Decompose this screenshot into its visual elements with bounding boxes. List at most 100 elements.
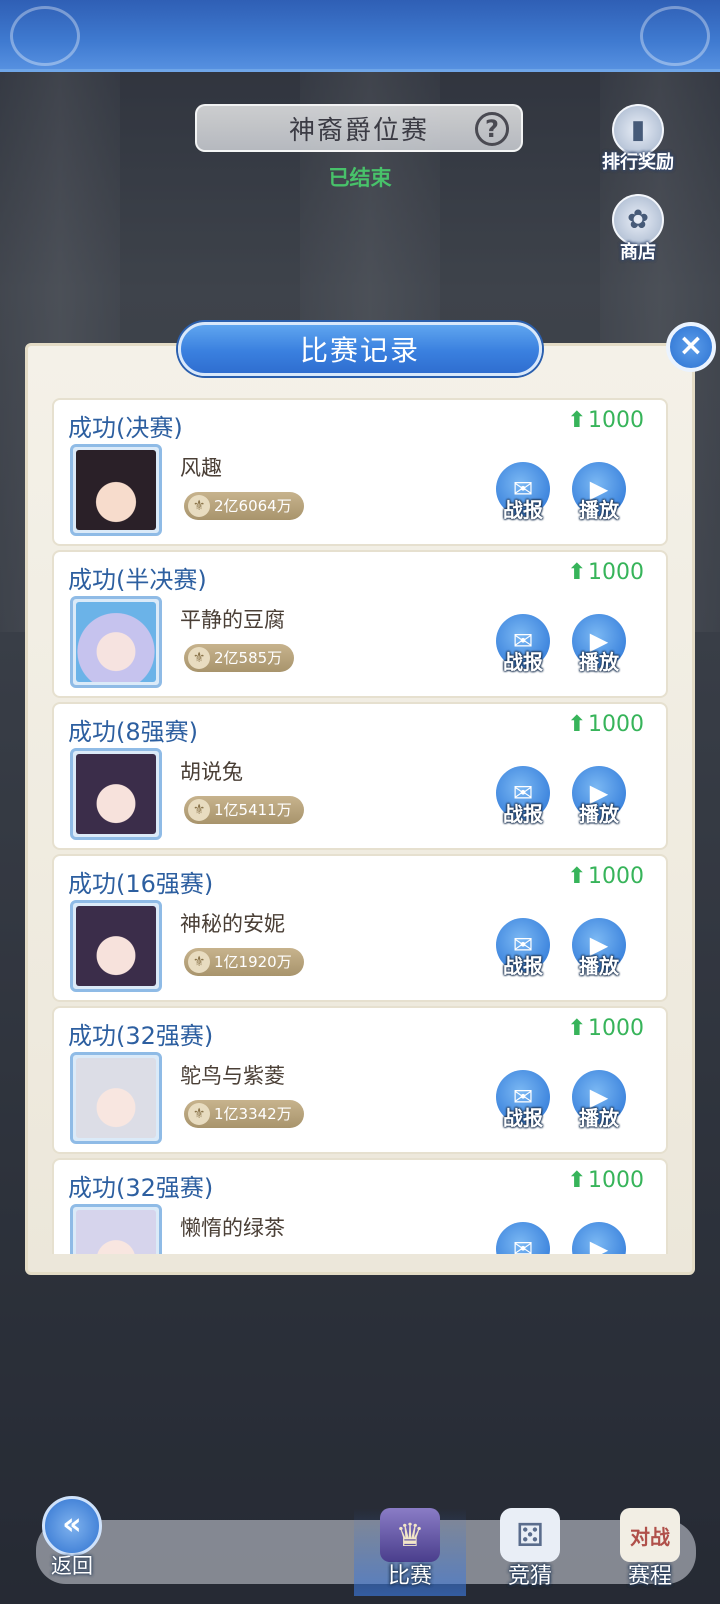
record-result-title: 成功(32强赛)	[68, 1174, 214, 1202]
opponent-avatar[interactable]	[70, 1204, 162, 1254]
replay-button[interactable]: ▶ 播放	[568, 462, 630, 523]
power-badge: ⚜ 2亿6064万	[184, 492, 304, 520]
replay-button[interactable]: ▶ 播放	[568, 614, 630, 675]
replay-button[interactable]: ▶ 播放	[568, 1070, 630, 1131]
battle-report-label: 战报	[503, 802, 543, 826]
tab-match-label: 比赛	[387, 1564, 432, 1589]
record-score: ⬆1000	[568, 864, 644, 889]
opponent-name: 神秘的安妮	[180, 912, 285, 936]
record-list[interactable]: 成功(决赛) ⬆1000 风趣 ⚜ 2亿6064万 ✉ 战报 ▶ 播放 成功(半决赛)…	[52, 398, 668, 1254]
replay-label: 播放	[579, 954, 619, 978]
avatar-image	[76, 906, 156, 986]
help-icon[interactable]: ?	[475, 112, 509, 146]
record-result-title: 成功(16强赛)	[68, 870, 214, 898]
tab-schedule-label: 赛程	[627, 1564, 672, 1589]
power-value: 2亿6064万	[214, 497, 292, 515]
record-result-title: 成功(32强赛)	[68, 1022, 214, 1050]
up-arrow-icon: ⬆	[567, 1168, 586, 1193]
battle-report-button[interactable]: ✉ 战报	[492, 766, 554, 827]
rank-reward-button[interactable]: ▮ 排行奖励	[588, 104, 688, 174]
record-score-value: 1000	[588, 864, 644, 889]
top-left-ornament	[10, 6, 80, 66]
battle-report-label: 战报	[503, 954, 543, 978]
record-score-value: 1000	[588, 1016, 644, 1041]
close-button[interactable]: ×	[666, 322, 716, 372]
power-badge: ⚜ 1亿5411万	[184, 796, 304, 824]
event-status: 已结束	[328, 166, 392, 190]
event-title-banner: 神裔爵位赛 ?	[195, 104, 523, 152]
scroll-icon: ✉	[496, 1222, 550, 1254]
power-value: 2亿585万	[214, 649, 283, 667]
up-arrow-icon: ⬆	[567, 712, 586, 737]
up-arrow-icon: ⬆	[567, 1016, 586, 1041]
battle-report-button[interactable]: ✉ 战报	[492, 462, 554, 523]
power-value: 1亿5411万	[214, 801, 292, 819]
opponent-avatar[interactable]	[70, 596, 162, 688]
opponent-avatar[interactable]	[70, 900, 162, 992]
power-emblem-icon: ⚜	[188, 951, 210, 973]
avatar-image	[76, 602, 156, 682]
shop-button[interactable]: ✿ 商店	[588, 194, 688, 264]
replay-label: 播放	[579, 802, 619, 826]
opponent-avatar[interactable]	[70, 748, 162, 840]
record-score-value: 1000	[588, 408, 644, 433]
power-emblem-icon: ⚜	[188, 647, 210, 669]
avatar-image	[76, 754, 156, 834]
power-value: 1亿1920万	[214, 953, 292, 971]
close-icon: ×	[678, 328, 704, 363]
tab-schedule[interactable]: 对战 赛程	[594, 1508, 706, 1596]
up-arrow-icon: ⬆	[567, 408, 586, 433]
top-bar	[0, 0, 720, 72]
record-score: ⬆1000	[568, 1168, 644, 1193]
opponent-avatar[interactable]	[70, 1052, 162, 1144]
record-row: 成功(8强赛) ⬆1000 胡说兔 ⚜ 1亿5411万 ✉ 战报 ▶ 播放	[52, 702, 668, 850]
record-row: 成功(16强赛) ⬆1000 神秘的安妮 ⚜ 1亿1920万 ✉ 战报 ▶ 播放	[52, 854, 668, 1002]
power-badge: ⚜ 2亿585万	[184, 644, 295, 672]
calendar-icon: 对战	[620, 1508, 680, 1562]
avatar-image	[76, 450, 156, 530]
back-arrow-icon: «	[42, 1496, 102, 1556]
record-row: 成功(32强赛) ⬆1000 懒惰的绿茶 ✉ ▶	[52, 1158, 668, 1254]
opponent-name: 懒惰的绿茶	[180, 1216, 285, 1240]
tab-guess[interactable]: ⚄ 竞猜	[474, 1508, 586, 1596]
record-row: 成功(决赛) ⬆1000 风趣 ⚜ 2亿6064万 ✉ 战报 ▶ 播放	[52, 398, 668, 546]
record-score-value: 1000	[588, 560, 644, 585]
battle-report-button[interactable]: ✉ 战报	[492, 614, 554, 675]
avatar-image	[76, 1210, 156, 1254]
opponent-name: 风趣	[180, 456, 222, 480]
back-button[interactable]: « 返回	[40, 1496, 104, 1580]
record-result-title: 成功(8强赛)	[68, 718, 198, 746]
replay-button[interactable]: ▶ 播放	[568, 766, 630, 827]
match-record-panel: 成功(决赛) ⬆1000 风趣 ⚜ 2亿6064万 ✉ 战报 ▶ 播放 成功(半决赛)…	[25, 343, 695, 1275]
power-emblem-icon: ⚜	[188, 799, 210, 821]
up-arrow-icon: ⬆	[567, 560, 586, 585]
tab-guess-label: 竞猜	[507, 1564, 552, 1589]
record-result-title: 成功(半决赛)	[68, 566, 207, 594]
record-row: 成功(32强赛) ⬆1000 鸵鸟与紫菱 ⚜ 1亿3342万 ✉ 战报 ▶ 播放	[52, 1006, 668, 1154]
shop-label: 商店	[620, 242, 656, 263]
dice-icon: ⚄	[500, 1508, 560, 1562]
opponent-avatar[interactable]	[70, 444, 162, 536]
battle-report-button[interactable]: ✉	[492, 1222, 554, 1254]
top-right-ornament	[640, 6, 710, 66]
panel-title: 比赛记录	[299, 334, 420, 367]
avatar-image	[76, 1058, 156, 1138]
record-score: ⬆1000	[568, 560, 644, 585]
record-score-value: 1000	[588, 712, 644, 737]
event-title: 神裔爵位赛	[288, 115, 429, 146]
record-score-value: 1000	[588, 1168, 644, 1193]
record-row: 成功(半决赛) ⬆1000 平静的豆腐 ⚜ 2亿585万 ✉ 战报 ▶ 播放	[52, 550, 668, 698]
rank-reward-label: 排行奖励	[602, 152, 674, 173]
replay-button[interactable]: ▶ 播放	[568, 918, 630, 979]
opponent-name: 鸵鸟与紫菱	[180, 1064, 285, 1088]
battle-report-label: 战报	[503, 1106, 543, 1130]
battle-report-button[interactable]: ✉ 战报	[492, 1070, 554, 1131]
replay-button[interactable]: ▶	[568, 1222, 630, 1254]
back-label: 返回	[51, 1554, 93, 1578]
tab-match[interactable]: ♛ 比赛	[354, 1508, 466, 1596]
battle-report-label: 战报	[503, 498, 543, 522]
opponent-name: 胡说兔	[180, 760, 243, 784]
battle-report-button[interactable]: ✉ 战报	[492, 918, 554, 979]
power-badge: ⚜ 1亿1920万	[184, 948, 304, 976]
power-badge: ⚜ 1亿3342万	[184, 1100, 304, 1128]
